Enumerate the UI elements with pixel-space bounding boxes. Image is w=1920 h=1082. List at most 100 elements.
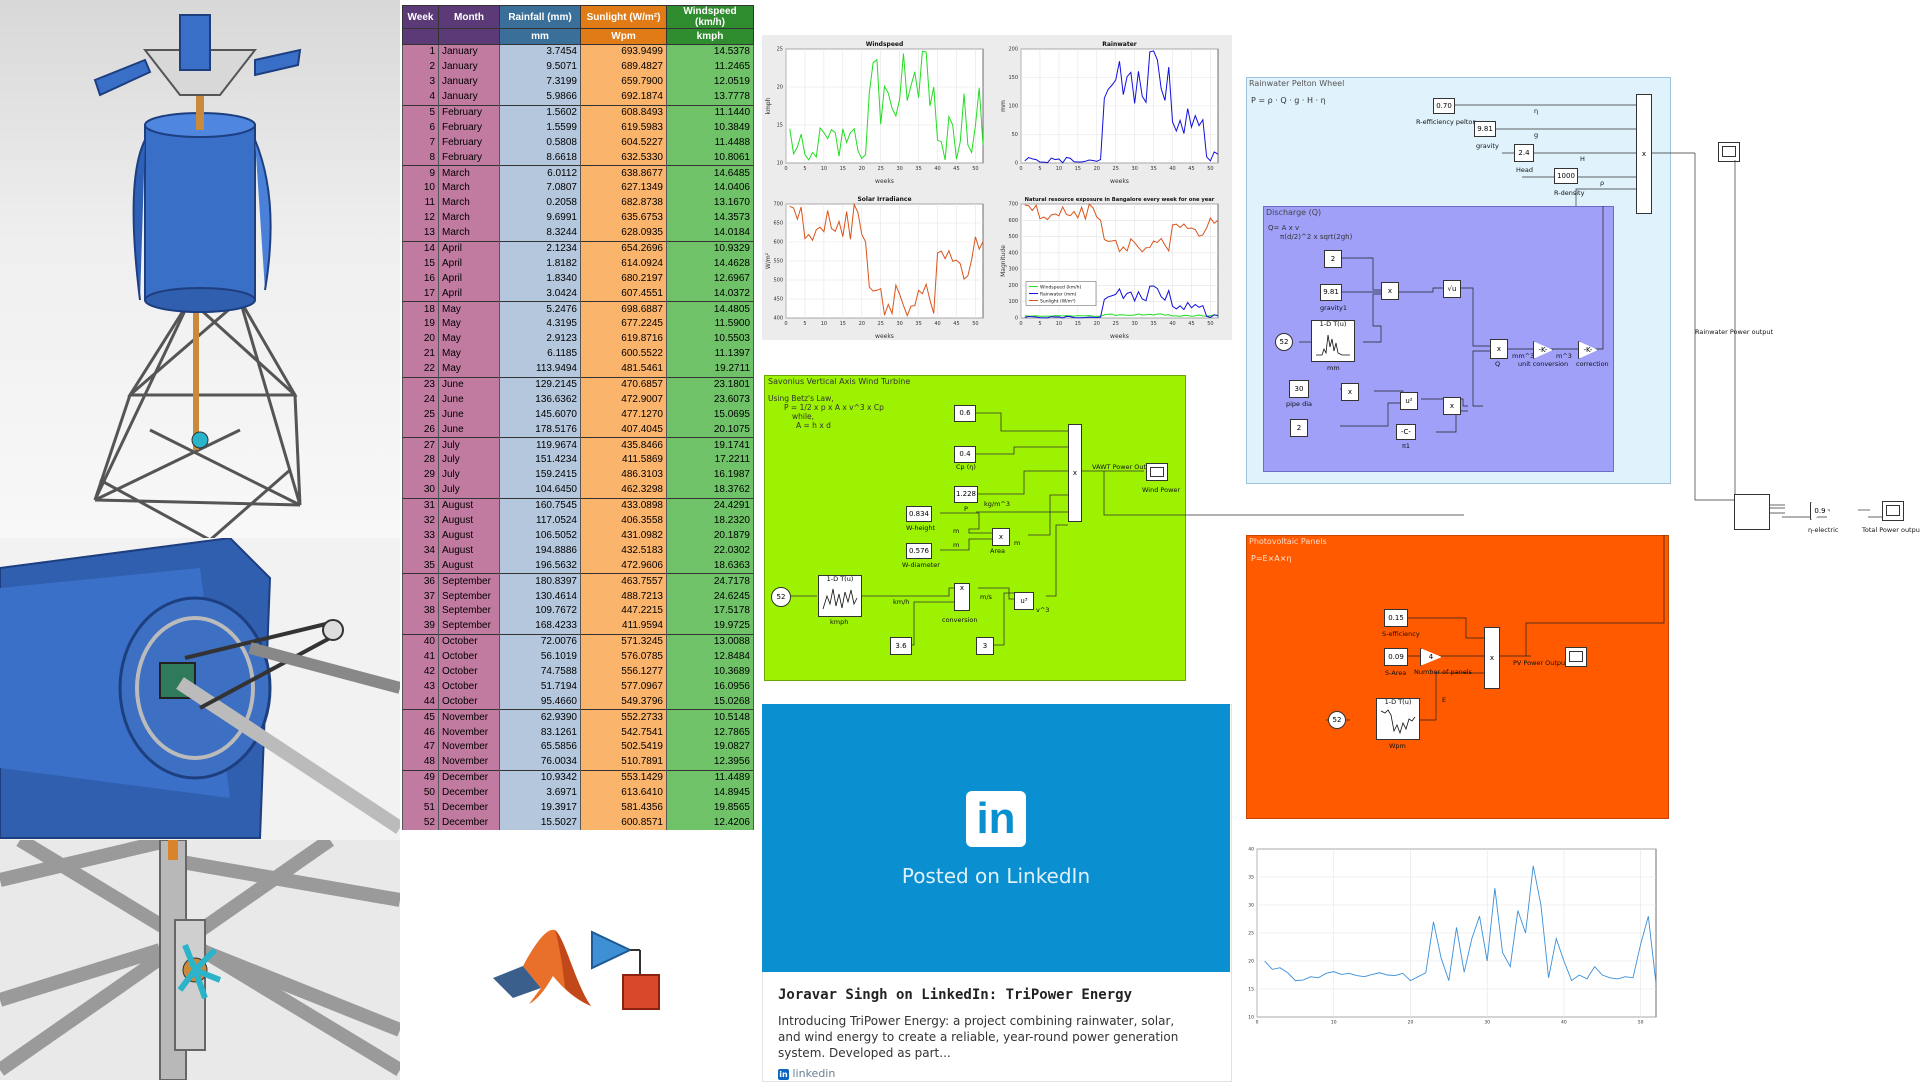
table-row: 8 February 8.6618 632.5330 10.8061 <box>402 150 754 166</box>
table-cell: 9 <box>402 165 439 182</box>
table-cell: 5 <box>402 104 439 121</box>
wind-product-block[interactable]: x <box>1068 424 1082 522</box>
x-tick-label: 45 <box>1188 321 1194 327</box>
rho-constant[interactable]: 0.4 <box>954 446 976 463</box>
table-cell: 56.1019 <box>499 649 581 665</box>
conversion-divide[interactable]: x <box>954 583 970 611</box>
r-density-constant[interactable]: 1000 <box>1554 168 1578 184</box>
y-tick-label: 200 <box>1008 47 1018 53</box>
table-cell: 677.2245 <box>580 317 667 332</box>
table-row: 18 May 5.2476 698.6887 14.4805 <box>402 301 754 318</box>
linkedin-small-icon: in <box>778 1069 789 1080</box>
pi-constant[interactable]: -C- <box>1396 424 1416 440</box>
x-tick-label: 40 <box>1169 166 1175 172</box>
table-cell: 7.0807 <box>499 181 581 196</box>
square-block[interactable]: u² <box>1400 392 1418 410</box>
w-diameter-constant[interactable]: 0.576 <box>906 543 932 559</box>
rain-efficiency-label: R-efficiency pelton <box>1416 118 1477 126</box>
table-cell: 10.3689 <box>666 664 754 680</box>
discharge-gravity-constant[interactable]: 9.81 <box>1320 284 1342 301</box>
const-3[interactable]: 3 <box>976 637 994 655</box>
x-axis-label: weeks <box>875 178 894 185</box>
cad-generator-closeup <box>0 538 400 840</box>
x-tick-label: 0 <box>1019 321 1022 327</box>
linkedin-source-text: linkedin <box>792 1067 836 1080</box>
ms-label: m/s <box>980 593 992 601</box>
area-product[interactable]: x <box>992 528 1010 546</box>
x-tick-label: 0 <box>1256 1020 1259 1026</box>
discharge-lookup-table[interactable]: 1-D T(u) <box>1311 320 1355 362</box>
pv-product-block[interactable]: x <box>1484 627 1500 689</box>
table-cell: 196.5632 <box>499 558 581 574</box>
table-cell: 30 <box>402 482 439 499</box>
table-cell: 12.3956 <box>666 754 754 771</box>
table-cell: 10.8061 <box>666 150 754 166</box>
table-cell: 12.4206 <box>666 815 754 831</box>
sqrt-block[interactable]: √u <box>1443 280 1461 298</box>
table-cell: 8.3244 <box>499 225 581 242</box>
table-row: 14 April 2.1234 654.2696 10.9329 <box>402 240 754 257</box>
table-cell: 619.5983 <box>580 120 667 136</box>
table-cell: 10.9342 <box>499 769 581 786</box>
table-cell: 689.4827 <box>580 59 667 75</box>
wind-clock[interactable]: 52 <box>771 587 791 607</box>
density-constant[interactable]: 1.228 <box>954 486 978 503</box>
y-tick-label: 700 <box>773 202 783 208</box>
x-tick-label: 40 <box>1561 1020 1567 1026</box>
x-tick-label: 30 <box>1131 166 1137 172</box>
rain-gravity-constant[interactable]: 9.81 <box>1474 121 1496 137</box>
table-cell: September <box>438 618 500 635</box>
linkedin-post-title[interactable]: Joravar Singh on LinkedIn: TriPower Ener… <box>778 987 1132 1003</box>
table-cell: 117.0524 <box>499 513 581 529</box>
rain-product-x: x <box>1641 150 1647 158</box>
table-cell: 552.2733 <box>580 709 667 726</box>
discharge-clock[interactable]: 52 <box>1275 333 1293 351</box>
table-cell: 14.6485 <box>666 165 754 182</box>
table-row: 51 December 19.3917 581.4356 19.8565 <box>402 800 754 816</box>
table-cell: 2 <box>402 59 439 75</box>
y-tick-label: 20 <box>777 85 783 91</box>
pv-clock[interactable]: 52 <box>1328 711 1346 729</box>
rain-product-block[interactable]: x <box>1636 94 1652 214</box>
discharge-divide[interactable]: x <box>1341 383 1359 401</box>
wind-lookup-table[interactable]: 1-D T(u) <box>818 575 862 617</box>
table-cell: 35 <box>402 558 439 574</box>
w-height-constant[interactable]: 0.834 <box>906 506 932 522</box>
pv-lookup-label: 1-D T(u) <box>1384 698 1412 706</box>
discharge-product-1[interactable]: x <box>1381 282 1399 300</box>
table-cell: 18.3762 <box>666 482 754 499</box>
const-3-6[interactable]: 3.6 <box>890 637 912 655</box>
s-efficiency-label: S-efficiency <box>1382 630 1420 638</box>
table-row: 43 October 51.7194 577.0967 16.0956 <box>402 679 754 695</box>
table-cell: 11.5900 <box>666 317 754 332</box>
total-power-scope[interactable] <box>1882 501 1904 521</box>
y-tick-label: 10 <box>1248 1014 1254 1020</box>
wind-power-scope[interactable] <box>1146 463 1168 481</box>
head-constant[interactable]: 2.4 <box>1514 144 1534 162</box>
cube-block[interactable]: u³ <box>1014 592 1034 610</box>
s-area-constant[interactable]: 0.09 <box>1384 648 1408 666</box>
discharge-const-2b[interactable]: 2 <box>1290 419 1308 437</box>
rain-efficiency-constant[interactable]: 0.70 <box>1433 98 1455 114</box>
table-cell: 680.2197 <box>580 271 667 287</box>
discharge-product-area[interactable]: x <box>1443 397 1461 415</box>
h-label: H <box>1580 155 1585 163</box>
legend-entry: Windspeed (km/h) <box>1040 285 1081 291</box>
discharge-const-2a[interactable]: 2 <box>1324 250 1342 268</box>
cp-constant[interactable]: 0.6 <box>954 405 976 422</box>
discharge-product-q[interactable]: x <box>1490 339 1508 359</box>
table-cell: 11.4489 <box>666 769 754 786</box>
table-cell: 7.3199 <box>499 74 581 90</box>
pv-output-label: PV Power Output <box>1513 659 1568 667</box>
linkedin-source[interactable]: in linkedin <box>778 1067 835 1080</box>
pv-power-scope[interactable] <box>1565 647 1587 667</box>
pipe-dia-constant[interactable]: 30 <box>1289 380 1309 398</box>
sum-block[interactable] <box>1734 494 1770 530</box>
s-efficiency-constant[interactable]: 0.15 <box>1384 609 1408 627</box>
pv-lookup-table[interactable]: 1-D T(u) <box>1376 698 1420 740</box>
x-tick-label: 25 <box>878 166 884 172</box>
table-cell: 109.7672 <box>499 603 581 619</box>
table-row: 36 September 180.8397 463.7557 24.7178 <box>402 573 754 590</box>
table-cell: 3.7454 <box>499 44 581 60</box>
x-tick-label: 10 <box>821 321 827 327</box>
